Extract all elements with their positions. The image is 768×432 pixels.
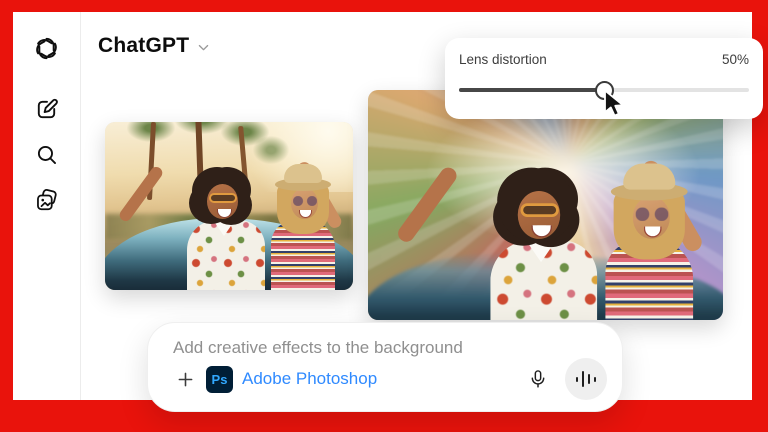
microphone-icon[interactable] [525,366,551,392]
library-icon[interactable] [32,186,60,214]
voice-mode-icon[interactable] [565,358,607,400]
search-icon[interactable] [32,140,60,168]
lens-distortion-slider[interactable] [459,80,749,100]
slider-handle[interactable] [594,80,614,100]
two-friends [378,106,718,320]
slider-label: Lens distortion [459,52,547,67]
lens-distortion-panel: Lens distortion 50% [445,38,763,119]
attachment-image-original[interactable] [105,122,353,290]
chevron-down-icon [196,40,211,55]
photoshop-app-icon[interactable]: Ps [206,365,233,393]
two-friends [105,122,353,290]
prompt-input[interactable]: Add creative effects to the background [173,338,463,358]
compose-icon[interactable] [32,95,60,123]
photoshop-plugin-link[interactable]: Adobe Photoshop [242,369,377,389]
add-attachment-button[interactable] [173,367,197,391]
prompt-composer: Add creative effects to the background P… [147,322,623,412]
model-switcher[interactable]: ChatGPT [98,31,211,61]
attachment-image-edited[interactable] [368,90,723,320]
sidebar [13,12,81,400]
openai-logo[interactable] [32,34,60,62]
page-title: ChatGPT [98,34,190,57]
slider-value: 50% [721,52,749,67]
screenshot-stage: ChatGPT Lens distortion 50% Add creative… [0,0,768,432]
slider-fill [459,88,604,92]
